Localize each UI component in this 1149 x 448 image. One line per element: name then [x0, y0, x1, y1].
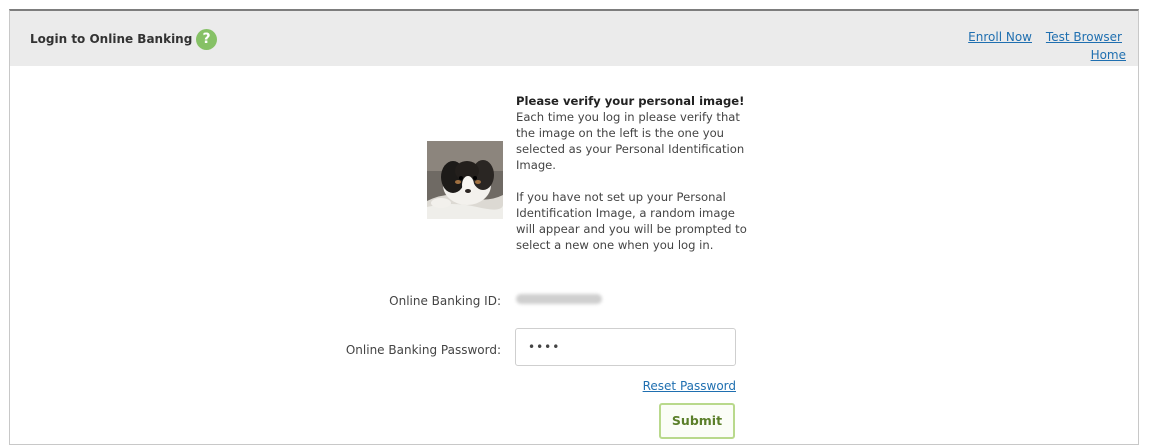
verify-paragraph-1: Each time you log in please verify that … [516, 110, 745, 172]
personal-identification-image [427, 141, 503, 219]
online-banking-id-value-redacted [516, 294, 602, 304]
online-banking-password-label: Online Banking Password: [345, 343, 501, 357]
verify-title: Please verify your personal image! [516, 94, 745, 108]
login-panel: Login to Online Banking ? Enroll Now Tes… [9, 9, 1139, 445]
panel-header: Login to Online Banking ? Enroll Now Tes… [10, 11, 1138, 66]
verify-instructions: Please verify your personal image! Each … [516, 93, 756, 269]
test-browser-link[interactable]: Test Browser [1046, 30, 1122, 44]
password-input[interactable]: •••• [515, 328, 736, 366]
page-title: Login to Online Banking [30, 32, 193, 46]
home-link[interactable]: Home [1091, 48, 1126, 62]
submit-button[interactable]: Submit [659, 403, 735, 439]
help-icon[interactable]: ? [196, 29, 217, 50]
verify-paragraph-2: If you have not set up your Personal Ide… [516, 190, 747, 252]
reset-password-link[interactable]: Reset Password [643, 379, 736, 393]
enroll-now-link[interactable]: Enroll Now [968, 30, 1032, 44]
online-banking-id-label: Online Banking ID: [389, 294, 501, 308]
